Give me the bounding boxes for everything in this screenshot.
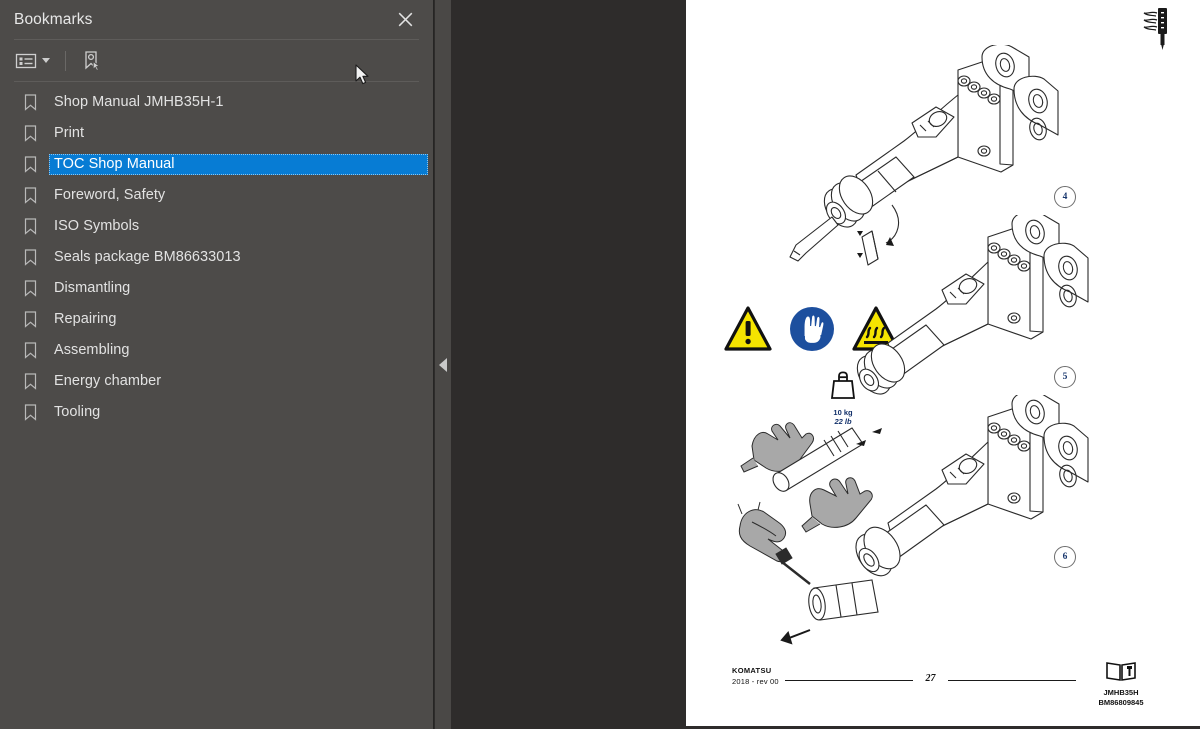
bookmark-item-label: Dismantling bbox=[54, 279, 131, 296]
bookmark-icon bbox=[22, 187, 38, 204]
bookmark-item[interactable]: Tooling bbox=[0, 397, 433, 428]
bookmark-item-label: TOC Shop Manual bbox=[49, 153, 428, 176]
document-model: JMHB35H bbox=[1103, 688, 1139, 697]
bookmark-item[interactable]: TOC Shop Manual bbox=[0, 149, 433, 180]
bookmark-item[interactable]: Seals package BM86633013 bbox=[0, 242, 433, 273]
warning-triangle-icon bbox=[724, 306, 772, 351]
bookmark-icon bbox=[22, 249, 38, 266]
chevron-down-icon[interactable] bbox=[42, 58, 50, 63]
step-number-5: 5 bbox=[1054, 366, 1076, 388]
bookmark-icon bbox=[22, 311, 38, 328]
bookmark-item[interactable]: Foreword, Safety bbox=[0, 180, 433, 211]
bookmark-icon bbox=[22, 280, 38, 297]
bookmark-item-label: Repairing bbox=[54, 310, 117, 327]
bookmark-item[interactable]: ISO Symbols bbox=[0, 211, 433, 242]
collapse-left-icon[interactable] bbox=[439, 357, 447, 372]
bookmark-icon bbox=[22, 125, 38, 142]
bookmark-item-label: Print bbox=[54, 124, 85, 141]
bookmark-item[interactable]: Repairing bbox=[0, 304, 433, 335]
bookmark-item[interactable]: Energy chamber bbox=[0, 366, 433, 397]
figure-hand-screwdriver bbox=[737, 501, 879, 645]
bookmark-item-label: Assembling bbox=[54, 341, 130, 358]
list-options-icon[interactable] bbox=[12, 47, 53, 74]
bookmark-icon bbox=[22, 156, 38, 173]
close-icon[interactable] bbox=[393, 7, 417, 31]
bookmark-item[interactable]: Assembling bbox=[0, 335, 433, 366]
grease-gun-icon bbox=[1140, 6, 1174, 57]
toolbar-divider bbox=[65, 50, 66, 71]
footer-brand-block: KOMATSU 2018 - rev 00 bbox=[732, 666, 779, 688]
bookmark-item-label: Foreword, Safety bbox=[54, 186, 166, 203]
bookmark-add-icon[interactable] bbox=[78, 47, 106, 74]
pdf-workspace[interactable]: 4 10 kg 22 lb 5 6 KOMATSU 2018 - rev 00 … bbox=[451, 0, 1200, 729]
bookmark-list[interactable]: Shop Manual JMHB35H-1 Print TOC Shop Manua… bbox=[0, 82, 433, 729]
page-number: 27 bbox=[925, 673, 936, 684]
bookmark-item-label: Seals package BM86633013 bbox=[54, 248, 241, 265]
pdf-page[interactable]: 4 10 kg 22 lb 5 6 KOMATSU 2018 - rev 00 … bbox=[686, 0, 1200, 726]
bookmark-item-label: ISO Symbols bbox=[54, 217, 140, 234]
brand-revision: 2018 - rev 00 bbox=[732, 676, 779, 686]
bookmark-icon bbox=[22, 94, 38, 111]
panel-collapse-handle[interactable] bbox=[435, 0, 451, 729]
document-part-number: BM86809845 bbox=[1098, 697, 1144, 707]
bookmark-item-label: Shop Manual JMHB35H-1 bbox=[54, 93, 224, 110]
bookmark-item-label: Energy chamber bbox=[54, 372, 162, 389]
bookmark-icon bbox=[22, 404, 38, 421]
step-number-6: 6 bbox=[1054, 546, 1076, 568]
pdf-viewer-window: Bookmarks Shop Manual JMHB35H-1 Print TO… bbox=[0, 0, 1200, 729]
footer-document-block: JMHB35H BM86809845 bbox=[1071, 660, 1171, 708]
bookmarks-panel-header: Bookmarks bbox=[0, 0, 433, 39]
bookmark-item[interactable]: Dismantling bbox=[0, 273, 433, 304]
bookmark-icon bbox=[22, 218, 38, 235]
footer-rule-left bbox=[785, 680, 913, 681]
bookmark-icon bbox=[22, 373, 38, 390]
bookmark-item[interactable]: Shop Manual JMHB35H-1 bbox=[0, 87, 433, 118]
bookmark-icon bbox=[22, 342, 38, 359]
protective-gloves-icon bbox=[790, 307, 834, 351]
bookmark-item[interactable]: Print bbox=[0, 118, 433, 149]
bookmarks-panel: Bookmarks Shop Manual JMHB35H-1 Print TO… bbox=[0, 0, 434, 729]
page-footer: KOMATSU 2018 - rev 00 27 JMHB35H BM86809… bbox=[686, 656, 1200, 707]
bookmarks-toolbar bbox=[0, 40, 433, 81]
open-manual-icon bbox=[1106, 662, 1136, 681]
panel-title: Bookmarks bbox=[14, 10, 93, 28]
footer-rule-right bbox=[948, 680, 1076, 681]
bookmark-item-label: Tooling bbox=[54, 403, 101, 420]
step-number-4: 4 bbox=[1054, 186, 1076, 208]
brand-name: KOMATSU bbox=[732, 666, 772, 675]
